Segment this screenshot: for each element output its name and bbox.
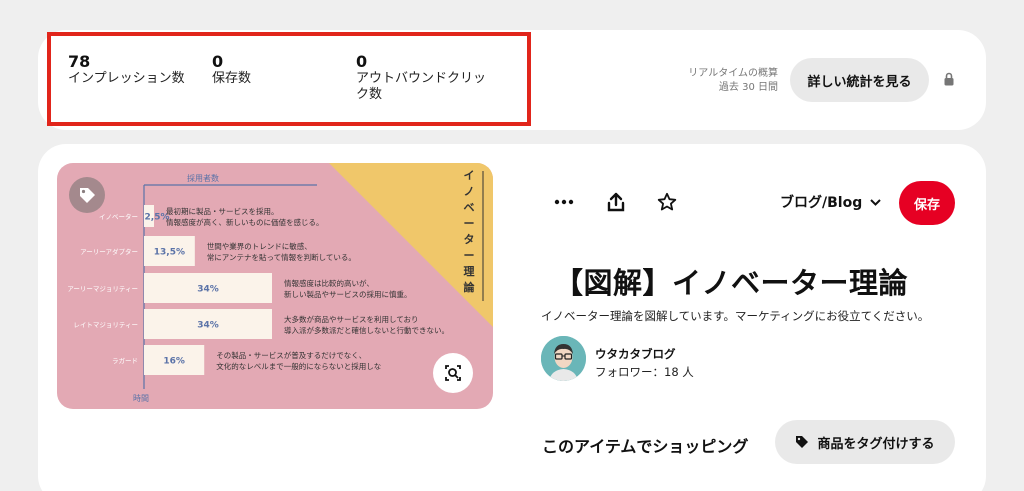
star-button[interactable] bbox=[650, 185, 684, 219]
save-button[interactable]: 保存 bbox=[899, 181, 955, 225]
avatar-illustration bbox=[541, 336, 586, 381]
side-title-char: 論 bbox=[464, 280, 476, 294]
estimate-line2: 過去 30 日間 bbox=[718, 82, 778, 93]
avatar[interactable] bbox=[541, 336, 586, 381]
adopter-desc-line1: 情報感度は比較的高いが、 bbox=[284, 278, 374, 288]
side-title-char: イ bbox=[464, 169, 475, 182]
follower-count: フォロワー：18 人 bbox=[595, 365, 694, 379]
adopter-desc-line2: 文化的なレベルまで一般的にならないと採用しな bbox=[216, 361, 381, 371]
adopter-desc-line2: 導入派が多数派だと確信しないと行動できない。 bbox=[284, 325, 449, 335]
side-title-char: 理 bbox=[464, 265, 475, 278]
adopter-value: 34% bbox=[197, 321, 219, 331]
pin-card: イノベーター理論 採用者数 時間 イノベーター 2,5% 最初期に製品・サービスを採… bbox=[38, 144, 986, 491]
tag-products-label: 商品をタグ付けする bbox=[817, 436, 935, 452]
pin-image[interactable]: イノベーター理論 採用者数 時間 イノベーター 2,5% 最初期に製品・サービスを採… bbox=[57, 163, 493, 409]
tag-icon bbox=[796, 436, 809, 448]
adopter-desc-line2: 情報感度が高く、新しいものに価値を感じる。 bbox=[166, 217, 324, 227]
impressions-value: 78 bbox=[68, 52, 91, 71]
adopter-desc-line1: 世間や業界のトレンドに敏感、 bbox=[207, 241, 312, 251]
adopter-name: レイトマジョリティー bbox=[73, 321, 138, 329]
adopter-desc-line2: 常にアンテナを貼って情報を判断している。 bbox=[207, 252, 356, 262]
tag-icon-button[interactable] bbox=[69, 177, 105, 213]
more-icon bbox=[554, 199, 574, 205]
outbound-clicks-value: 0 bbox=[356, 52, 368, 71]
saves-label: 保存数 bbox=[212, 71, 252, 86]
stats-card: 78 インプレッション数 0 保存数 0 アウトバウンドクリッ ク数 リアルタイ… bbox=[38, 30, 986, 130]
adopter-value: 13,5% bbox=[154, 248, 185, 258]
adopter-name: アーリーアダプター bbox=[80, 247, 138, 256]
share-button[interactable] bbox=[599, 185, 633, 219]
adopter-name: ラガード bbox=[112, 356, 138, 365]
outbound-clicks-label-line1: アウトバウンドクリッ bbox=[356, 71, 487, 86]
estimate-line1: リアルタイムの概算 bbox=[688, 68, 778, 79]
axis-x-label: 時間 bbox=[133, 394, 149, 403]
pin-title: 【図解】イノベーター理論 bbox=[554, 266, 909, 300]
impressions-label: インプレッション数 bbox=[68, 71, 185, 86]
visual-search-icon bbox=[445, 365, 461, 381]
side-title-char: ベ bbox=[464, 201, 475, 214]
adopter-desc-line2: 新しい製品やサービスの採用に慎重。 bbox=[284, 289, 412, 299]
board-selector[interactable]: ブログ/Blog bbox=[780, 192, 881, 212]
outbound-clicks-stat: 0 アウトバウンドクリッ ク数 bbox=[356, 53, 502, 103]
adopter-desc-line1: 最初期に製品・サービスを採用。 bbox=[166, 206, 279, 216]
tag-products-button[interactable]: 商品をタグ付けする bbox=[775, 420, 955, 464]
visual-search-button[interactable] bbox=[433, 353, 473, 393]
saves-value: 0 bbox=[212, 52, 224, 71]
adopter-value: 16% bbox=[163, 357, 185, 367]
impressions-stat: 78 インプレッション数 bbox=[68, 53, 185, 87]
innovation-theory-infographic: イノベーター理論 採用者数 時間 イノベーター 2,5%最初期に製品・サービスを採… bbox=[57, 163, 493, 409]
board-name: ブログ/Blog bbox=[780, 195, 863, 211]
adopter-name: アーリーマジョリティー bbox=[67, 285, 138, 293]
more-options-button[interactable] bbox=[547, 185, 581, 219]
share-icon bbox=[607, 192, 625, 212]
shop-section-title: このアイテムでショッピング bbox=[542, 437, 749, 456]
adopter-desc-line1: その製品・サービスが普及するだけでなく、 bbox=[216, 350, 366, 360]
star-icon bbox=[657, 192, 677, 211]
adopter-name: イノベーター bbox=[99, 212, 138, 221]
estimate-note: リアルタイムの概算 過去 30 日間 bbox=[658, 67, 778, 95]
lock-icon bbox=[944, 72, 954, 86]
side-title-char: ー bbox=[464, 249, 475, 262]
saves-stat: 0 保存数 bbox=[212, 53, 251, 87]
side-title-char: タ bbox=[464, 233, 475, 246]
side-title-char: ー bbox=[464, 217, 475, 230]
side-title-char: ノ bbox=[464, 185, 475, 198]
detailed-stats-button[interactable]: 詳しい統計を見る bbox=[790, 58, 929, 102]
outbound-clicks-label-line2: ク数 bbox=[356, 87, 383, 102]
adopter-desc-line1: 大多数が商品やサービスを利用しており bbox=[284, 314, 419, 324]
author-name[interactable]: ウタカタブログ bbox=[595, 346, 676, 362]
pin-description: イノベーター理論を図解しています。マーケティングにお役立てください。 bbox=[541, 309, 930, 323]
axis-y-label: 採用者数 bbox=[187, 173, 219, 183]
adopter-value: 34% bbox=[197, 285, 219, 295]
chevron-down-icon bbox=[870, 198, 881, 206]
tag-icon bbox=[80, 188, 95, 203]
